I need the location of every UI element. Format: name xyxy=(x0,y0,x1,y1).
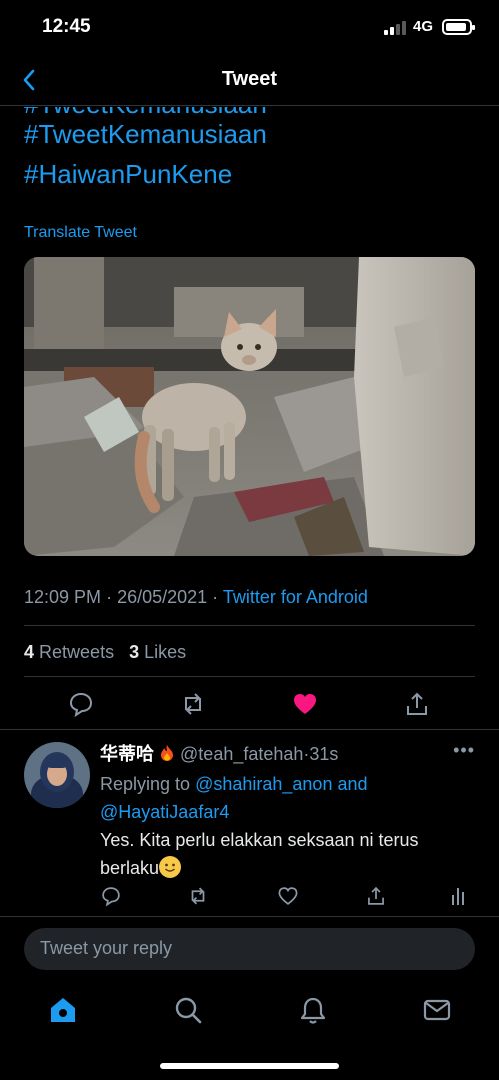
reply-header: 华蒂哈 @teah_fatehah·31s xyxy=(100,740,338,766)
smiley-icon xyxy=(159,856,182,878)
reply-input[interactable]: Tweet your reply xyxy=(24,928,475,970)
status-bar: 12:45 4G xyxy=(0,0,499,56)
retweet-button[interactable] xyxy=(187,885,209,907)
reply-handle[interactable]: @teah_fatehah xyxy=(180,744,303,764)
retweets-label: Retweets xyxy=(39,642,115,662)
retweets-count: 4 xyxy=(24,642,35,662)
search-icon xyxy=(175,997,202,1024)
share-button[interactable] xyxy=(365,885,387,907)
heart-icon xyxy=(278,887,298,905)
mail-icon xyxy=(423,999,451,1021)
retweet-icon xyxy=(185,693,201,715)
share-button[interactable] xyxy=(403,690,431,718)
meta-separator: · xyxy=(212,587,223,607)
meta-separator: · xyxy=(106,587,118,607)
retweet-icon xyxy=(191,887,205,905)
analytics-button[interactable] xyxy=(447,885,469,907)
fire-icon xyxy=(161,745,174,761)
header: Tweet xyxy=(0,56,499,106)
network-type: 4G xyxy=(413,18,434,35)
analytics-icon xyxy=(452,888,464,905)
tweet-actions xyxy=(0,690,499,727)
heart-filled-icon xyxy=(294,694,316,714)
divider xyxy=(0,916,499,917)
status-time: 12:45 xyxy=(42,16,91,37)
hashtag-link[interactable]: #HaiwanPunKene xyxy=(24,159,232,190)
retweet-button[interactable] xyxy=(179,690,207,718)
reply-placeholder: Tweet your reply xyxy=(40,938,173,958)
likes-stat[interactable]: 3 Likes xyxy=(129,642,186,662)
share-icon xyxy=(407,692,427,715)
like-button[interactable] xyxy=(291,690,319,718)
tweet-photo[interactable] xyxy=(24,257,475,556)
divider xyxy=(24,625,475,626)
reply-text-wrap: Yes. Kita perlu elakkan seksaan ni terus… xyxy=(100,826,460,882)
reply-button[interactable] xyxy=(100,885,122,907)
share-icon xyxy=(368,886,384,905)
tweet-date: 26/05/2021 xyxy=(117,587,208,607)
reply-tweet[interactable]: 华蒂哈 @teah_fatehah·31s ••• Replying to @s… xyxy=(0,730,499,916)
reply-icon xyxy=(69,692,93,718)
reply-button[interactable] xyxy=(67,690,95,718)
engagement-counts: 4 Retweets 3 Likes xyxy=(24,642,186,663)
signal-icon xyxy=(384,21,406,35)
retweets-stat[interactable]: 4 Retweets xyxy=(24,642,114,662)
and-label[interactable]: and xyxy=(337,774,367,794)
stray-cat-photo-icon xyxy=(24,257,475,556)
battery-icon xyxy=(442,19,475,35)
tweet-detail: #TweetKemanusiaan #TweetKemanusiaan #Hai… xyxy=(0,107,499,727)
more-options-icon[interactable]: ••• xyxy=(453,740,475,761)
avatar[interactable] xyxy=(24,742,90,808)
replying-to-label: Replying to xyxy=(100,774,191,794)
tweet-meta: 12:09 PM · 26/05/2021 · Twitter for Andr… xyxy=(24,587,368,608)
user-avatar-icon xyxy=(24,742,90,808)
reply-display-name[interactable]: 华蒂哈 xyxy=(100,744,154,764)
tweet-time: 12:09 PM xyxy=(24,587,102,607)
reply-icon xyxy=(102,887,120,907)
replying-to: Replying to @shahirah_anon and @HayatiJa… xyxy=(100,770,368,826)
tab-home[interactable] xyxy=(48,995,78,1025)
home-indicator xyxy=(160,1063,339,1069)
translate-tweet-link[interactable]: Translate Tweet xyxy=(24,224,137,242)
page-title: Tweet xyxy=(221,68,278,90)
mention-link[interactable]: @HayatiJaafar4 xyxy=(100,802,229,822)
tab-messages[interactable] xyxy=(422,995,452,1025)
tab-notifications[interactable] xyxy=(298,995,328,1025)
likes-count: 3 xyxy=(129,642,140,662)
home-icon xyxy=(51,998,75,1022)
reply-actions xyxy=(0,885,499,915)
mention-link[interactable]: @shahirah_anon xyxy=(195,774,332,794)
reply-text: Yes. Kita perlu elakkan seksaan ni terus… xyxy=(100,830,419,878)
tweet-source-link[interactable]: Twitter for Android xyxy=(223,587,368,607)
tab-search[interactable] xyxy=(173,995,203,1025)
reply-age: 31s xyxy=(309,744,339,764)
like-button[interactable] xyxy=(277,885,299,907)
likes-label: Likes xyxy=(144,642,187,662)
hashtag-link[interactable]: #TweetKemanusiaan xyxy=(24,119,267,150)
bottom-tab-bar xyxy=(0,985,499,1035)
divider xyxy=(24,676,475,677)
bell-icon xyxy=(300,997,326,1024)
